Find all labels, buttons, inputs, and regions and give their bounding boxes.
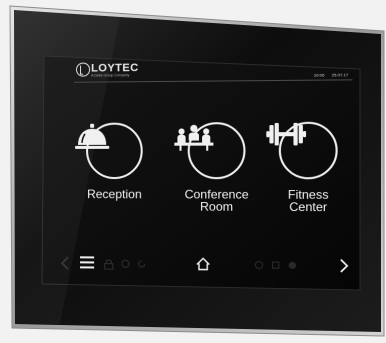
fitness-center-label-text: Fitness Center: [287, 187, 329, 215]
status-date: 25.07.17: [331, 72, 349, 78]
meeting-people-icon: [174, 124, 214, 151]
refresh-icon: [137, 259, 147, 271]
touch-panel-device: LOYTEC A Delta Group Company 10:06 25.07.…: [0, 0, 386, 343]
logo-subtitle: A Delta Group Company: [91, 73, 130, 78]
back-arrow-icon[interactable]: [60, 256, 71, 272]
status-time: 10:06: [313, 72, 325, 78]
fitness-center-label: Fitness Center: [266, 187, 350, 215]
reception-button[interactable]: [74, 122, 143, 180]
conference-room-tile[interactable]: Conference Room: [173, 122, 260, 214]
reception-label: Reception: [87, 187, 142, 202]
fitness-center-button[interactable]: [266, 121, 338, 180]
alarm-icon: [270, 260, 280, 272]
touch-screen: LOYTEC A Delta Group Company 10:06 25.07.…: [44, 54, 365, 283]
dumbbell-icon: [266, 122, 307, 146]
fitness-center-tile[interactable]: Fitness Center: [266, 121, 350, 215]
info-icon: [254, 260, 264, 272]
conference-room-label-text: Conference Room: [184, 187, 249, 214]
settings-icon: [120, 259, 130, 271]
loytec-logo-mark: [76, 62, 91, 77]
bottom-nav-bar: [44, 252, 365, 279]
home-icon[interactable]: [196, 257, 212, 273]
header-divider: [74, 79, 353, 83]
status-clock: 10:06 25.07.17: [306, 72, 348, 78]
next-arrow-icon[interactable]: [340, 259, 351, 276]
menu-icon[interactable]: [80, 256, 96, 272]
lock-icon: [104, 259, 114, 271]
conference-room-label: Conference Room: [173, 187, 260, 214]
status-icon: [287, 260, 297, 272]
service-bell-icon: [74, 123, 109, 149]
conference-room-button[interactable]: [174, 122, 246, 180]
reception-tile[interactable]: Reception: [74, 122, 155, 202]
